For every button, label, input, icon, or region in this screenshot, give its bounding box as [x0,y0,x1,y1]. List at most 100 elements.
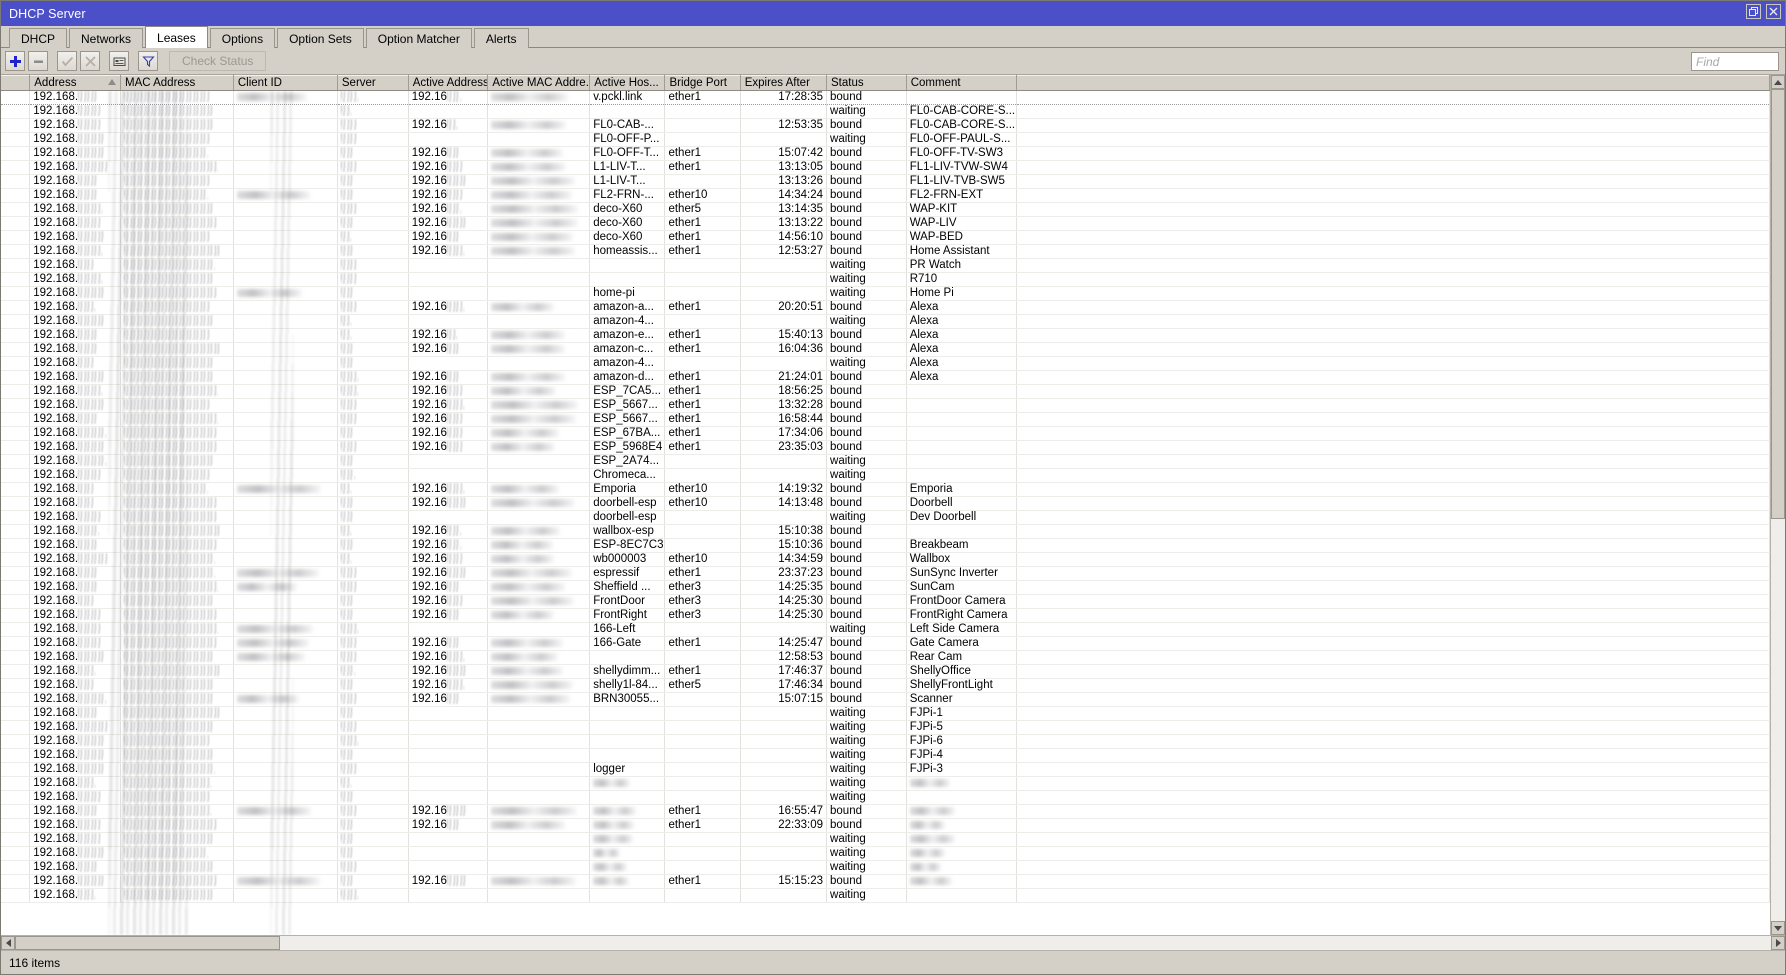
table-row[interactable]: 192.168. 192.16 ESP_5667... ether1 16:58:44 b… [1,413,1770,427]
tab-option-matcher[interactable]: Option Matcher [366,28,472,48]
disable-button[interactable] [80,51,100,71]
add-button[interactable] [5,51,25,71]
vertical-scroll-thumb[interactable] [1771,89,1785,519]
remove-button[interactable] [28,51,48,71]
table-row[interactable]: 192.168. 192.16 ESP_67BA... ether1 17:34:06 b… [1,427,1770,441]
scroll-right-button[interactable] [1771,936,1785,950]
table-row[interactable]: 192.168. 192.16 12:58:53 bound Rear Cam [1,651,1770,665]
table-row[interactable]: 192.168. 192.16 doorbell-esp ether10 14:13:4… [1,497,1770,511]
table-row[interactable]: 192.168. 192.16 BRN30055... 15:07:15 bound Sc… [1,693,1770,707]
column-header-client_id[interactable]: Client ID [233,76,337,91]
scroll-left-button[interactable] [1,936,15,950]
table-row[interactable]: 192.168. waiting FJPi-6 [1,735,1770,749]
table-row[interactable]: 192.168. 192.16 deco-X60 ether5 13:14:35 boun… [1,203,1770,217]
table-row[interactable]: 192.168. 192.16 deco-X60 ether1 13:13:22 boun… [1,217,1770,231]
table-row[interactable]: 192.168. waiting FJPi-5 [1,721,1770,735]
table-row[interactable]: 192.168. 192.16 ESP_5667... ether1 13:32:28 b… [1,399,1770,413]
table-row[interactable]: 192.168. FL0-OFF-P... waiting FL0-OFF-PAUL-… [1,133,1770,147]
vertical-scroll-track[interactable] [1771,89,1785,921]
table-row[interactable]: 192.168. 192.16 L1-LIV-T... ether1 13:13:05 b… [1,161,1770,175]
table-row[interactable]: 192.168. amazon-4... waiting Alexa [1,315,1770,329]
table-row[interactable]: 192.168. Chromeca... waiting [1,469,1770,483]
check-status-button[interactable]: Check Status [169,51,266,71]
horizontal-scroll-thumb[interactable] [15,936,280,950]
table-row[interactable]: 192.168. waiting [1,777,1770,791]
make-static-button[interactable] [109,51,129,71]
horizontal-scroll-track[interactable] [15,936,1771,950]
table-row[interactable]: 192.168. amazon-4... waiting Alexa [1,357,1770,371]
table-row[interactable]: 192.168. waiting [1,847,1770,861]
tab-leases[interactable]: Leases [145,26,208,48]
table-row[interactable]: 192.168. 166-Left waiting Left Side Camera [1,623,1770,637]
find-input[interactable] [1691,52,1779,71]
column-header-mac[interactable]: MAC Address [121,76,234,91]
filter-button[interactable] [138,51,158,71]
table-row[interactable]: 192.168. 192.16 v.pckl.link ether1 17:28:35 b… [1,91,1770,105]
table-row[interactable]: 192.168. waiting [1,861,1770,875]
table-row[interactable]: 192.168. 192.16 L1-LIV-T... 13:13:26 bound FL… [1,175,1770,189]
table-row[interactable]: 192.168. waiting [1,889,1770,903]
table-row[interactable]: 192.168. 192.16 shellydimm... ether1 17:46:3… [1,665,1770,679]
table-row[interactable]: 192.168. 192.16 FL0-OFF-T... ether1 15:07:42… [1,147,1770,161]
table-row[interactable]: 192.168. doorbell-esp waiting Dev Doorbell [1,511,1770,525]
table-row[interactable]: 192.168. 192.16 ether1 22:33:09 bound [1,819,1770,833]
table-row[interactable]: 192.168. waiting FL0-CAB-CORE-S... [1,105,1770,119]
leases-table-viewport[interactable]: Address MAC Address Client ID Server Active … [1,75,1770,935]
column-header-expires[interactable]: Expires After [740,76,826,91]
table-row[interactable]: 192.168. 192.16 amazon-e... ether1 15:40:13 b… [1,329,1770,343]
column-header-active_addr[interactable]: Active Address [408,76,488,91]
table-row[interactable]: 192.168. 192.16 FrontRight ether3 14:25:30 bo… [1,609,1770,623]
table-row[interactable]: 192.168. 192.16 deco-X60 ether1 14:56:10 boun… [1,231,1770,245]
scroll-down-button[interactable] [1771,921,1785,935]
table-row[interactable]: 192.168. waiting [1,833,1770,847]
table-row[interactable]: 192.168. 192.16 166-Gate ether1 14:25:47 boun… [1,637,1770,651]
column-header-comment[interactable]: Comment [906,76,1017,91]
table-row[interactable]: 192.168. 192.16 shelly1l-84... ether5 17:46:… [1,679,1770,693]
table-row[interactable]: 192.168. 192.16 FL2-FRN-... ether10 14:34:24… [1,189,1770,203]
column-header-flag[interactable] [1,76,30,91]
table-row[interactable]: 192.168. 192.16 wallbox-esp 15:10:38 bound [1,525,1770,539]
table-row[interactable]: 192.168. 192.16 ether1 16:55:47 bound [1,805,1770,819]
tab-alerts[interactable]: Alerts [474,28,529,48]
column-header-bridge_port[interactable]: Bridge Port [665,76,740,91]
table-row[interactable]: 192.168. logger waiting FJPi-3 [1,763,1770,777]
table-row[interactable]: 192.168. home-pi waiting Home Pi [1,287,1770,301]
table-row[interactable]: 192.168. 192.16 ESP-8EC7C3 15:10:36 bound Bre… [1,539,1770,553]
table-row[interactable]: 192.168. 192.16 ESP_5968E4 ether1 23:35:03 bo… [1,441,1770,455]
table-row[interactable]: 192.168. waiting PR Watch [1,259,1770,273]
column-header-active_host[interactable]: Active Hos... [590,76,665,91]
table-row[interactable]: 192.168. 192.16 FrontDoor ether3 14:25:30 bou… [1,595,1770,609]
scroll-up-button[interactable] [1771,75,1785,89]
horizontal-scrollbar[interactable] [1,935,1785,950]
vertical-scrollbar[interactable] [1770,75,1785,935]
tab-options[interactable]: Options [210,28,275,48]
table-row[interactable]: 192.168. waiting FJPi-1 [1,707,1770,721]
redacted-value [491,485,559,493]
tab-dhcp[interactable]: DHCP [9,28,67,48]
column-header-spare[interactable] [1017,76,1770,91]
table-row[interactable]: 192.168. 192.16 homeassis... ether1 12:53:27… [1,245,1770,259]
column-header-server[interactable]: Server [337,76,408,91]
close-window-button[interactable] [1766,4,1781,19]
table-row[interactable]: 192.168. 192.16 wb000003 ether10 14:34:59 bou… [1,553,1770,567]
table-row[interactable]: 192.168. 192.16 Emporia ether10 14:19:32 boun… [1,483,1770,497]
table-row[interactable]: 192.168. ESP_2A74... waiting [1,455,1770,469]
table-row[interactable]: 192.168. 192.16 FL0-CAB-... 12:53:35 bound FL… [1,119,1770,133]
table-row[interactable]: 192.168. 192.16 Sheffield ... ether3 14:25:3… [1,581,1770,595]
enable-button[interactable] [57,51,77,71]
table-row[interactable]: 192.168. 192.16 ESP_7CA5... ether1 18:56:25 b… [1,385,1770,399]
tab-networks[interactable]: Networks [69,28,143,48]
table-row[interactable]: 192.168. 192.16 amazon-a... ether1 20:20:51 b… [1,301,1770,315]
table-row[interactable]: 192.168. waiting [1,791,1770,805]
tab-option-sets[interactable]: Option Sets [277,28,364,48]
table-row[interactable]: 192.168. 192.16 amazon-d... ether1 21:24:01 b… [1,371,1770,385]
table-row[interactable]: 192.168. 192.16 amazon-c... ether1 16:04:36 b… [1,343,1770,357]
table-row[interactable]: 192.168. waiting R710 [1,273,1770,287]
table-row[interactable]: 192.168. 192.16 espressif ether1 23:37:23 bou… [1,567,1770,581]
table-row[interactable]: 192.168. 192.16 ether1 15:15:23 bound [1,875,1770,889]
column-header-status[interactable]: Status [827,76,907,91]
column-header-active_mac[interactable]: Active MAC Addre... [488,76,590,91]
column-header-address[interactable]: Address [30,76,121,91]
table-row[interactable]: 192.168. waiting FJPi-4 [1,749,1770,763]
restore-window-button[interactable] [1746,4,1761,19]
